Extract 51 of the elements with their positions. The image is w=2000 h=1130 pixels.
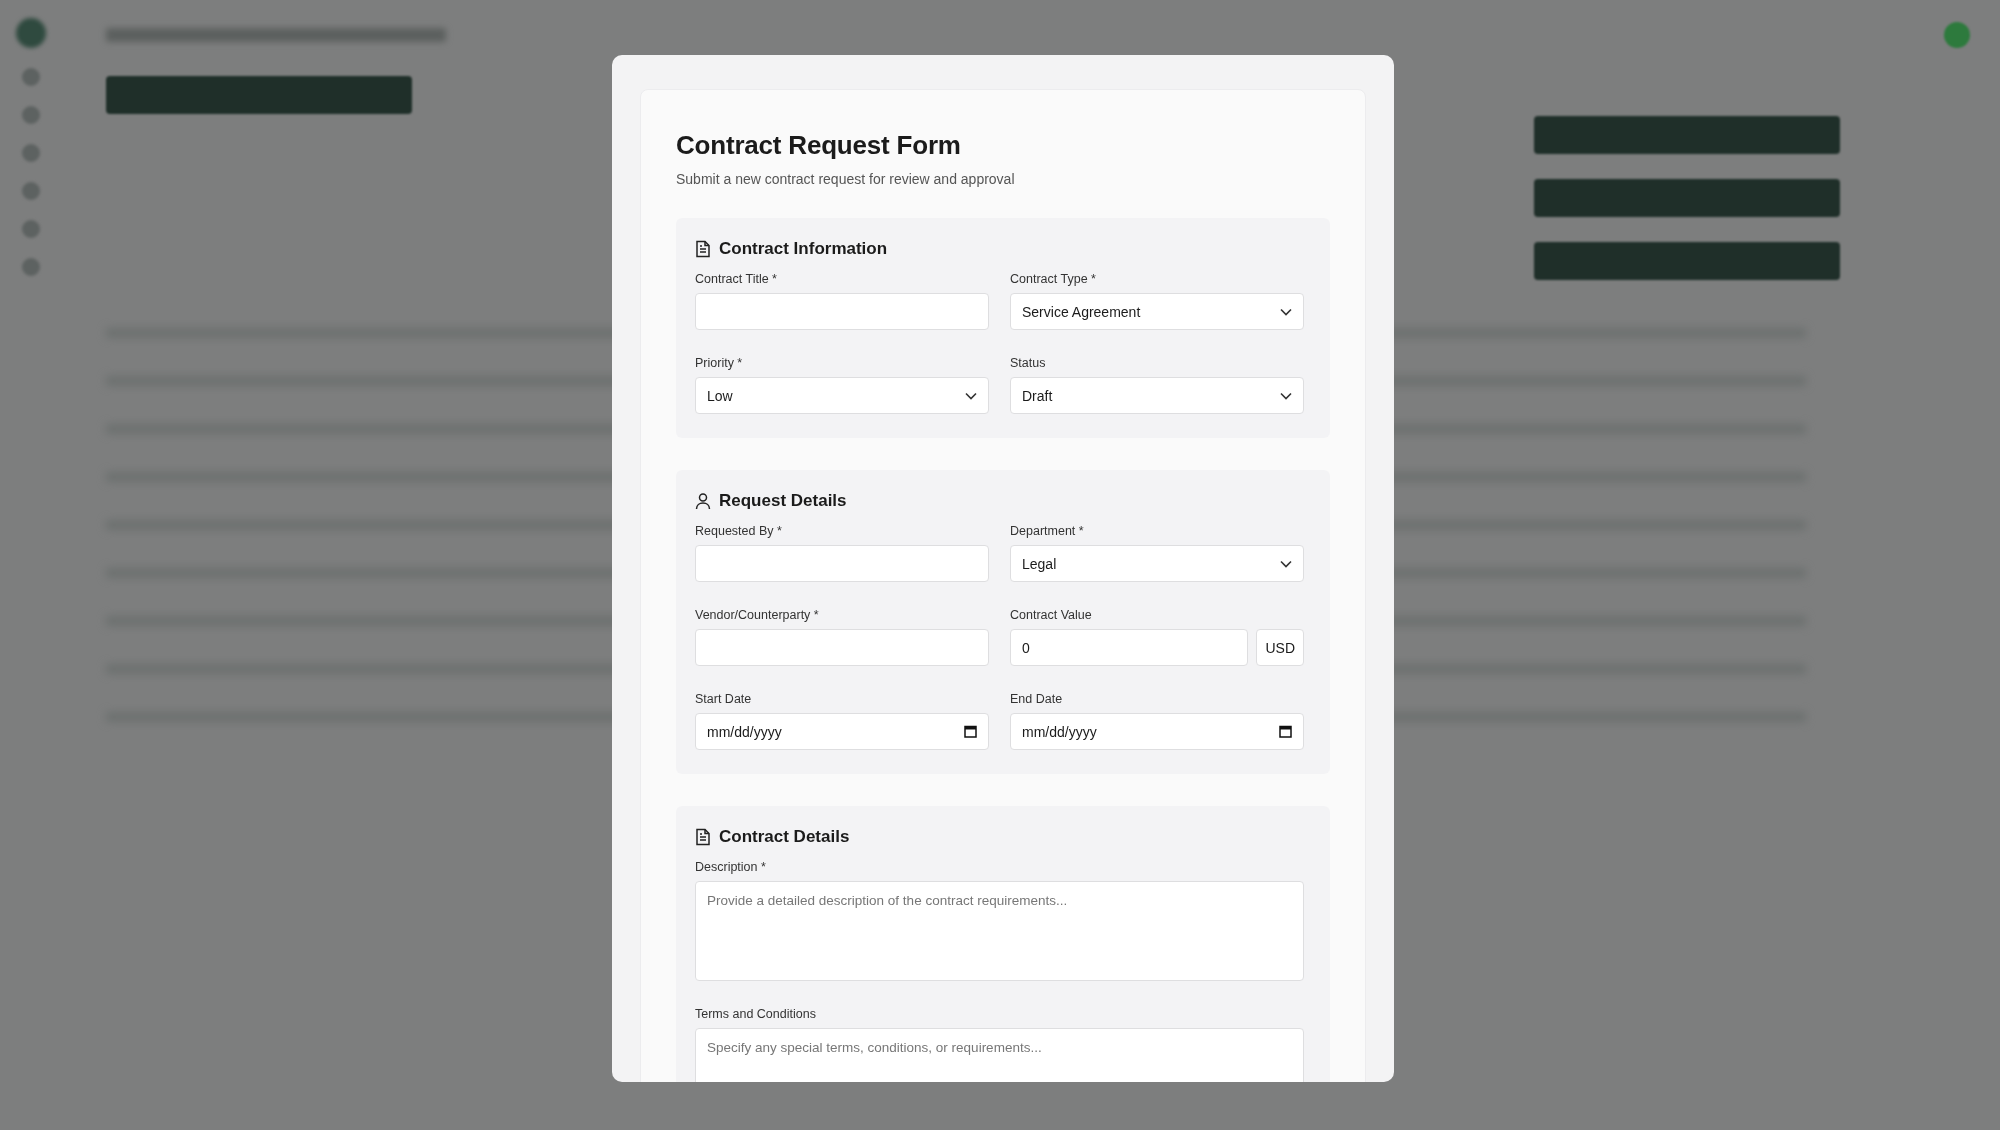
date-field[interactable]: mm/dd/yyyy bbox=[695, 713, 989, 750]
calendar-icon bbox=[1279, 725, 1292, 738]
textarea-field[interactable]: Provide a detailed description of the contract requirements... bbox=[695, 881, 1304, 981]
blurred-sidebar-icon[interactable] bbox=[22, 106, 40, 124]
blurred-sidebar-icon[interactable] bbox=[22, 144, 40, 162]
text-field[interactable] bbox=[695, 293, 989, 330]
textarea-field[interactable]: Specify any special terms, conditions, or requirements... bbox=[695, 1028, 1304, 1082]
select-dropdown[interactable]: Service Agreement bbox=[1010, 293, 1304, 330]
chevron-down-icon bbox=[965, 391, 977, 400]
field-label: Start Date bbox=[695, 692, 752, 706]
field-label: Description * bbox=[695, 860, 766, 874]
select-dropdown[interactable]: Draft bbox=[1010, 377, 1304, 414]
field-label: Status bbox=[1010, 356, 1046, 370]
select-dropdown[interactable]: Low bbox=[695, 377, 989, 414]
field-label: Requested By * bbox=[695, 524, 782, 538]
currency-select[interactable]: USD bbox=[1256, 629, 1304, 666]
blurred-sidebar-icon[interactable] bbox=[22, 258, 40, 276]
select-dropdown[interactable]: Legal bbox=[1010, 545, 1304, 582]
blurred-logo bbox=[16, 18, 46, 48]
blurred-sidebar-icon[interactable] bbox=[22, 182, 40, 200]
date-field[interactable]: mm/dd/yyyy bbox=[1010, 713, 1304, 750]
avatar[interactable] bbox=[1944, 22, 1970, 48]
user-icon bbox=[695, 492, 711, 510]
blurred-button[interactable] bbox=[1534, 242, 1840, 280]
field-label: Priority * bbox=[695, 356, 743, 370]
field-label: End Date bbox=[1010, 692, 1063, 706]
field-label: Department * bbox=[1010, 524, 1084, 538]
form-subtitle: Submit a new contract request for review and approval bbox=[676, 171, 1015, 187]
document-icon bbox=[695, 828, 711, 846]
chevron-down-icon bbox=[1280, 307, 1292, 316]
number-field[interactable]: 0 bbox=[1010, 629, 1249, 666]
form-title: Contract Request Form bbox=[676, 130, 961, 161]
field-label: Contract Title * bbox=[695, 272, 777, 286]
field-label: Contract Value bbox=[1010, 608, 1092, 622]
calendar-icon bbox=[964, 725, 977, 738]
blurred-sidebar-icon[interactable] bbox=[22, 68, 40, 86]
field-label: Terms and Conditions bbox=[695, 1007, 816, 1021]
chevron-down-icon bbox=[1280, 391, 1292, 400]
blurred-button[interactable] bbox=[1534, 179, 1840, 217]
section-title: Contract Information bbox=[719, 239, 888, 259]
text-field[interactable] bbox=[695, 629, 989, 666]
blurred-sidebar-icon[interactable] bbox=[22, 220, 40, 238]
section-title: Contract Details bbox=[719, 827, 850, 847]
field-label: Contract Type * bbox=[1010, 272, 1096, 286]
text-field[interactable] bbox=[695, 545, 989, 582]
document-icon bbox=[695, 240, 711, 258]
blurred-button[interactable] bbox=[1534, 116, 1840, 154]
blurred-button[interactable] bbox=[106, 76, 412, 114]
section-title: Request Details bbox=[719, 491, 847, 511]
field-label: Vendor/Counterparty * bbox=[695, 608, 819, 622]
chevron-down-icon bbox=[1280, 559, 1292, 568]
